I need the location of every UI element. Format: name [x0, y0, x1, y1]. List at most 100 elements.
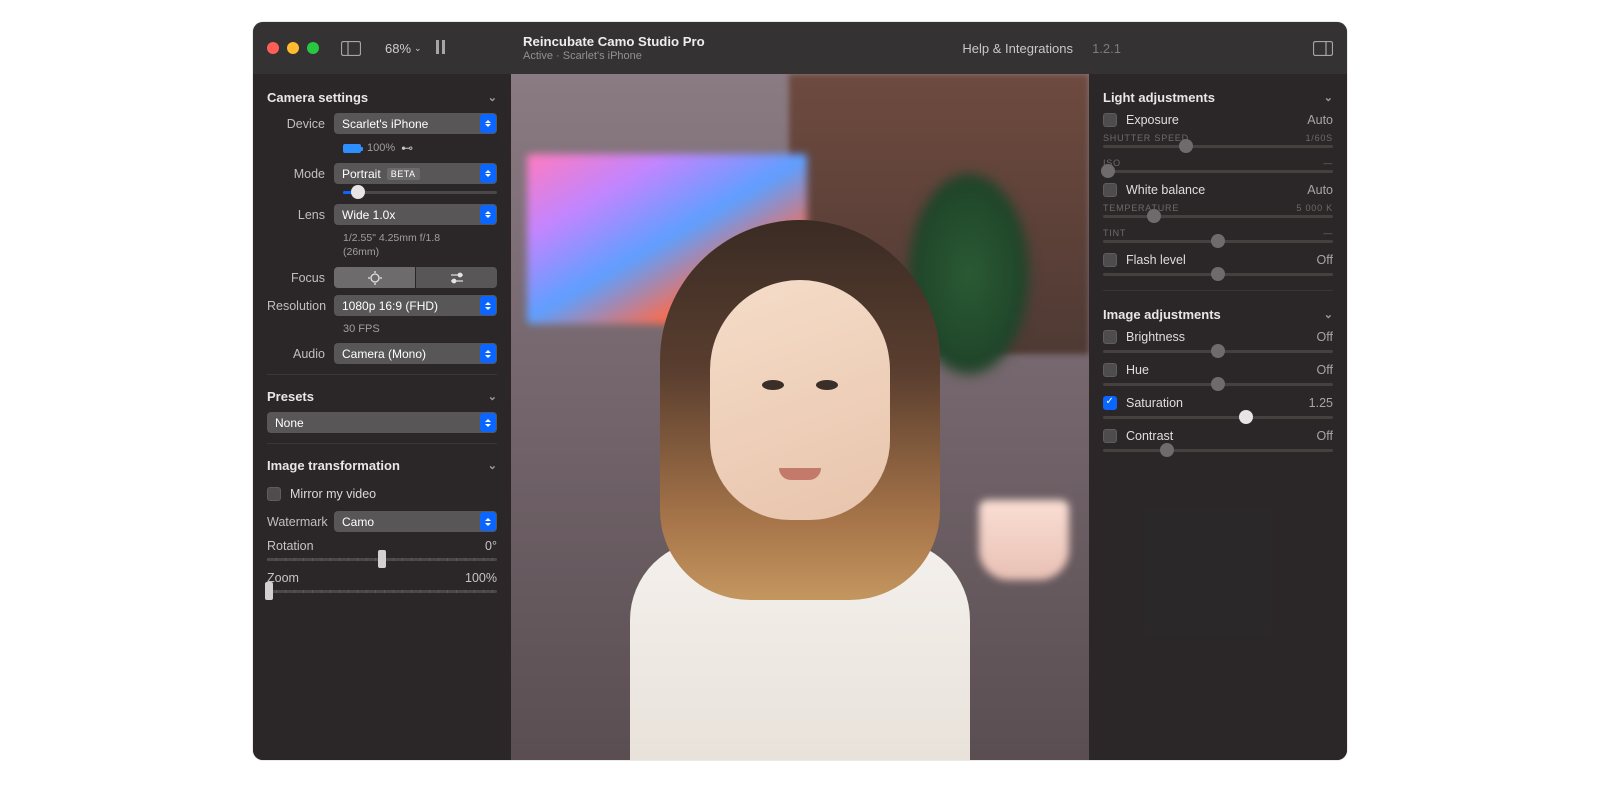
- close-button[interactable]: [267, 42, 279, 54]
- portrait-intensity-slider[interactable]: [343, 191, 497, 194]
- temp-slider[interactable]: [1103, 215, 1333, 218]
- section-title: Light adjustments: [1103, 90, 1215, 105]
- zoom-select[interactable]: 68% ⌄: [385, 41, 422, 56]
- wb-checkbox[interactable]: [1103, 183, 1117, 197]
- resolution-row: Resolution 1080p 16:9 (FHD): [267, 295, 497, 316]
- contrast-label: Contrast: [1126, 429, 1173, 443]
- slider-thumb[interactable]: [1179, 139, 1193, 153]
- body: Camera settings ⌄ Device Scarlet's iPhon…: [253, 74, 1347, 760]
- slider-thumb[interactable]: [1147, 209, 1161, 223]
- brightness-checkbox[interactable]: [1103, 330, 1117, 344]
- brightness-label: Brightness: [1126, 330, 1185, 344]
- chevron-down-icon: ⌄: [1324, 308, 1333, 321]
- wb-row: White balance Auto TEMPERATURE5 000 K TI…: [1103, 183, 1333, 243]
- audio-select[interactable]: Camera (Mono): [334, 343, 497, 364]
- lens-select[interactable]: Wide 1.0x: [334, 204, 497, 225]
- help-link[interactable]: Help & Integrations: [962, 41, 1073, 56]
- resolution-select[interactable]: 1080p 16:9 (FHD): [334, 295, 497, 316]
- wb-value: Auto: [1307, 183, 1333, 197]
- slider-thumb[interactable]: [1239, 410, 1253, 424]
- lens-row: Lens Wide 1.0x: [267, 204, 497, 225]
- chevron-down-icon: ⌄: [1324, 91, 1333, 104]
- mirror-checkbox[interactable]: [267, 487, 281, 501]
- device-select[interactable]: Scarlet's iPhone: [334, 113, 497, 134]
- section-title: Presets: [267, 389, 314, 404]
- right-panel: Light adjustments ⌄ Exposure Auto SHUTTE…: [1089, 74, 1347, 760]
- rotation-slider[interactable]: [267, 558, 497, 561]
- left-panel-toggle-icon[interactable]: [337, 37, 365, 60]
- watermark-value: Camo: [342, 515, 374, 529]
- presets-select[interactable]: None: [267, 412, 497, 433]
- slider-thumb[interactable]: [1211, 234, 1225, 248]
- device-status: 100% ⊷: [343, 141, 497, 155]
- wb-label: White balance: [1126, 183, 1205, 197]
- app-subtitle: Active · Scarlet's iPhone: [523, 50, 705, 62]
- rotation-value: 0°: [485, 539, 497, 553]
- zoom-slider-row: Zoom 100%: [267, 571, 497, 593]
- mode-row: Mode Portrait BETA: [267, 163, 497, 184]
- presets-header[interactable]: Presets ⌄: [267, 383, 497, 412]
- tint-slider[interactable]: [1103, 240, 1333, 243]
- watermark-select[interactable]: Camo: [334, 511, 497, 532]
- iso-slider[interactable]: [1103, 170, 1333, 173]
- saturation-label: Saturation: [1126, 396, 1183, 410]
- zoom-slider[interactable]: [267, 590, 497, 593]
- divider: [267, 374, 497, 375]
- slider-thumb[interactable]: [1211, 344, 1225, 358]
- slider-thumb[interactable]: [265, 582, 273, 600]
- fps-label: 30 FPS: [343, 323, 497, 335]
- slider-thumb[interactable]: [378, 550, 386, 568]
- device-row: Device Scarlet's iPhone: [267, 113, 497, 134]
- watermark-row: Watermark Camo: [267, 511, 497, 532]
- camera-settings-header[interactable]: Camera settings ⌄: [267, 84, 497, 113]
- right-panel-toggle-icon[interactable]: [1313, 41, 1333, 56]
- fullscreen-button[interactable]: [307, 42, 319, 54]
- focus-auto-button[interactable]: [334, 267, 415, 288]
- flash-row: Flash level Off: [1103, 253, 1333, 276]
- transform-header[interactable]: Image transformation ⌄: [267, 452, 497, 481]
- zoom-value: 68%: [385, 41, 411, 56]
- mirror-row[interactable]: Mirror my video: [267, 487, 497, 501]
- exposure-value: Auto: [1307, 113, 1333, 127]
- focus-manual-button[interactable]: [416, 267, 497, 288]
- resolution-label: Resolution: [267, 299, 334, 313]
- shutter-slider[interactable]: [1103, 145, 1333, 148]
- chevron-down-icon: ⌄: [488, 91, 497, 104]
- stepper-icon: [480, 205, 496, 224]
- stepper-icon: [480, 114, 496, 133]
- focus-label: Focus: [267, 271, 334, 285]
- hue-checkbox[interactable]: [1103, 363, 1117, 377]
- app-title: Reincubate Camo Studio Pro: [523, 34, 705, 49]
- slider-thumb[interactable]: [1211, 267, 1225, 281]
- stepper-icon: [480, 413, 496, 432]
- lens-label: Lens: [267, 208, 334, 222]
- brightness-slider[interactable]: [1103, 350, 1333, 353]
- exposure-checkbox[interactable]: [1103, 113, 1117, 127]
- flash-slider[interactable]: [1103, 273, 1333, 276]
- saturation-slider[interactable]: [1103, 416, 1333, 419]
- slider-thumb[interactable]: [1211, 377, 1225, 391]
- slider-thumb[interactable]: [1160, 443, 1174, 457]
- pause-button[interactable]: [436, 40, 448, 57]
- left-panel: Camera settings ⌄ Device Scarlet's iPhon…: [253, 74, 511, 760]
- divider: [1103, 290, 1333, 291]
- slider-thumb[interactable]: [1101, 164, 1115, 178]
- mode-value: Portrait: [342, 167, 381, 181]
- presets-value: None: [275, 416, 304, 430]
- focus-segment: [334, 267, 497, 288]
- contrast-checkbox[interactable]: [1103, 429, 1117, 443]
- device-label: Device: [267, 117, 334, 131]
- lens-info: 1/2.55" 4.25mm f/1.8 (26mm): [343, 232, 497, 259]
- slider-thumb[interactable]: [351, 185, 365, 199]
- hue-label: Hue: [1126, 363, 1149, 377]
- flash-checkbox[interactable]: [1103, 253, 1117, 267]
- zoom-value: 100%: [465, 571, 497, 585]
- image-adjustments-header[interactable]: Image adjustments ⌄: [1103, 301, 1333, 330]
- contrast-slider[interactable]: [1103, 449, 1333, 452]
- minimize-button[interactable]: [287, 42, 299, 54]
- section-title: Image adjustments: [1103, 307, 1221, 322]
- saturation-checkbox[interactable]: [1103, 396, 1117, 410]
- hue-slider[interactable]: [1103, 383, 1333, 386]
- light-adjustments-header[interactable]: Light adjustments ⌄: [1103, 84, 1333, 113]
- mode-select[interactable]: Portrait BETA: [334, 163, 497, 184]
